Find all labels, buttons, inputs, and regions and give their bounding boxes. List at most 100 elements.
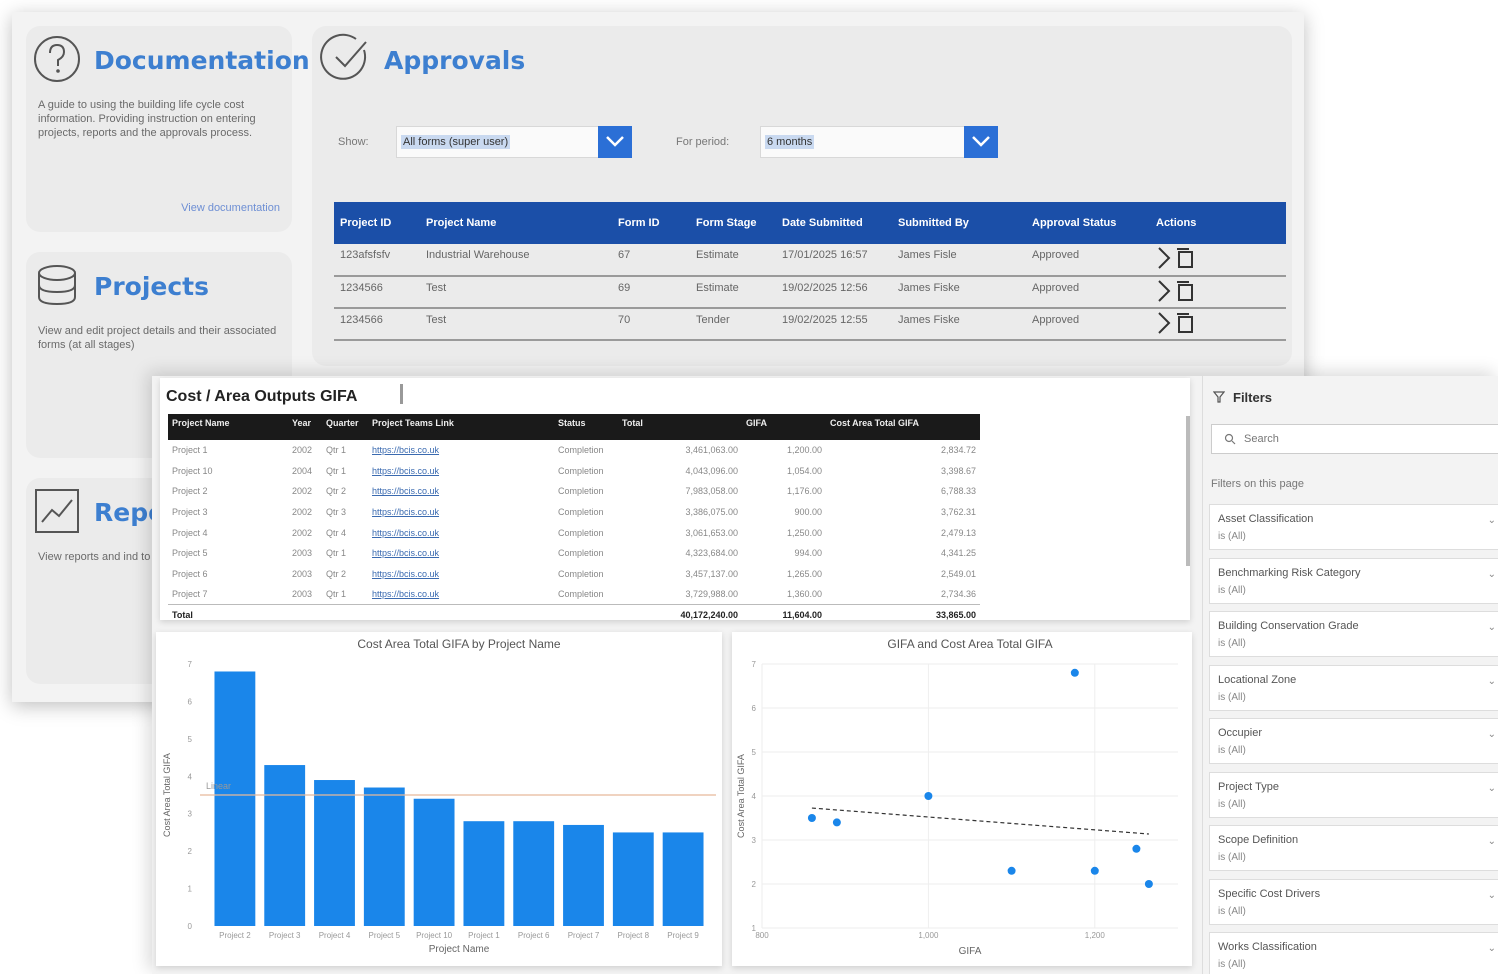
filter-card[interactable]: Works Classification is (All) ⌄: [1209, 932, 1498, 974]
chevron-down-icon[interactable]: ⌄: [1488, 622, 1496, 633]
table-row[interactable]: Project 5 2003 Qtr 1 https://bcis.co.uk Comp…: [168, 543, 980, 564]
cell[interactable]: https://bcis.co.uk: [368, 502, 554, 523]
column-header[interactable]: Project Name: [168, 414, 288, 440]
column-header[interactable]: Year: [288, 414, 322, 440]
table-row[interactable]: Project 1 2002 Qtr 1 https://bcis.co.uk Comp…: [168, 440, 980, 461]
table-scrollbar[interactable]: [1186, 416, 1190, 566]
y-tick-label: 6: [188, 697, 193, 706]
cell: 1234566: [334, 308, 420, 341]
column-header[interactable]: Project ID: [334, 202, 420, 244]
view-documentation-link[interactable]: View documentation: [181, 202, 280, 214]
cell[interactable]: https://bcis.co.uk: [368, 584, 554, 605]
copy-icon[interactable]: [1175, 280, 1195, 302]
cell: Project 7: [172, 589, 208, 600]
period-dropdown-button[interactable]: [964, 126, 998, 158]
chevron-down-icon[interactable]: ⌄: [1488, 836, 1496, 847]
table-row[interactable]: Project 6 2003 Qtr 2 https://bcis.co.uk Comp…: [168, 564, 980, 585]
chevron-down-icon[interactable]: ⌄: [1488, 515, 1496, 526]
show-dropdown-value: All forms (super user): [401, 135, 511, 149]
filter-card[interactable]: Asset Classification is (All) ⌄: [1209, 504, 1498, 550]
copy-icon[interactable]: [1175, 247, 1195, 269]
cell: 1,200.00: [786, 445, 822, 456]
table-row[interactable]: 1234566 Test 70 Tender 19/02/2025 12:55 …: [334, 308, 1286, 341]
y-tick-label: 4: [752, 792, 757, 801]
cell[interactable]: https://bcis.co.uk: [368, 481, 554, 502]
filter-value: is (All): [1218, 638, 1246, 649]
table-row[interactable]: Project 2 2002 Qtr 2 https://bcis.co.uk Comp…: [168, 481, 980, 502]
column-header[interactable]: Approval Status: [1026, 202, 1150, 244]
cell[interactable]: https://bcis.co.uk: [368, 440, 554, 461]
cell: 1,265.00: [786, 568, 822, 579]
cell: Qtr 2: [326, 568, 347, 579]
table-row[interactable]: Project 4 2002 Qtr 4 https://bcis.co.uk Comp…: [168, 522, 980, 543]
column-header[interactable]: Submitted By: [892, 202, 1026, 244]
chevron-right-icon[interactable]: [1156, 279, 1172, 303]
data-point: [1090, 866, 1099, 875]
table-row[interactable]: Project 3 2002 Qtr 3 https://bcis.co.uk Comp…: [168, 502, 980, 523]
chevron-down-icon[interactable]: ⌄: [1488, 890, 1496, 901]
filter-card[interactable]: Specific Cost Drivers is (All) ⌄: [1209, 878, 1498, 925]
y-tick-label: 5: [188, 735, 193, 744]
chevron-down-icon[interactable]: ⌄: [1488, 676, 1496, 687]
filters-title: Filters: [1233, 390, 1273, 405]
column-header[interactable]: Form ID: [612, 202, 690, 244]
check-circle-icon: [320, 33, 367, 80]
cell: 900.00: [794, 507, 822, 518]
filter-card[interactable]: Scope Definition is (All) ⌄: [1209, 825, 1498, 871]
period-dropdown[interactable]: 6 months: [760, 126, 998, 158]
cell: 1,360.00: [786, 589, 822, 600]
column-header[interactable]: Cost Area Total GIFA: [826, 414, 980, 440]
cell: Test: [420, 308, 612, 341]
chevron-down-icon[interactable]: ⌄: [1488, 783, 1496, 794]
y-tick-label: 0: [188, 922, 193, 931]
filter-search-input[interactable]: Search: [1211, 424, 1498, 454]
filter-card[interactable]: Benchmarking Risk Category is (All) ⌄: [1209, 557, 1498, 604]
data-point: [1070, 668, 1079, 677]
show-dropdown[interactable]: All forms (super user): [396, 126, 632, 158]
column-header[interactable]: Status: [554, 414, 618, 440]
x-axis-label: GIFA: [959, 946, 982, 957]
column-header[interactable]: Project Teams Link: [368, 414, 554, 440]
table-row[interactable]: 1234566 Test 69 Estimate 19/02/2025 12:5…: [334, 276, 1286, 309]
y-tick-label: 7: [188, 660, 193, 669]
filter-card[interactable]: Occupier is (All) ⌄: [1209, 718, 1498, 764]
show-dropdown-button[interactable]: [598, 126, 632, 158]
x-tick-label: Project 4: [319, 931, 351, 940]
cell[interactable]: https://bcis.co.uk: [368, 522, 554, 543]
cell: 3,461,063.00: [685, 445, 738, 456]
cell[interactable]: https://bcis.co.uk: [368, 564, 554, 585]
chevron-down-icon: [606, 136, 624, 147]
chevron-down-icon[interactable]: ⌄: [1488, 729, 1496, 740]
table-header-row: Project Name Year Quarter Project Teams …: [168, 414, 980, 440]
column-header[interactable]: Total: [618, 414, 742, 440]
column-header[interactable]: Project Name: [420, 202, 612, 244]
column-header[interactable]: Form Stage: [690, 202, 776, 244]
cell[interactable]: https://bcis.co.uk: [368, 543, 554, 564]
chevron-right-icon[interactable]: [1156, 246, 1172, 270]
total-cell: 11,604.00: [742, 604, 826, 626]
table-row[interactable]: Project 10 2004 Qtr 1 https://bcis.co.uk Com…: [168, 461, 980, 482]
column-header[interactable]: GIFA: [742, 414, 826, 440]
cell: 2003: [292, 548, 313, 559]
filter-card[interactable]: Project Type is (All) ⌄: [1209, 771, 1498, 818]
filter-icon: [1212, 391, 1226, 403]
table-row[interactable]: Project 7 2003 Qtr 1 https://bcis.co.uk Comp…: [168, 584, 980, 605]
documentation-card[interactable]: Documentation A guide to using the build…: [26, 26, 310, 232]
chevron-down-icon[interactable]: ⌄: [1488, 569, 1496, 580]
filter-value: is (All): [1218, 905, 1246, 917]
data-point: [1144, 880, 1153, 888]
y-tick-label: 6: [752, 704, 757, 713]
filter-card[interactable]: Locational Zone is (All) ⌄: [1209, 664, 1498, 711]
cell: Tender: [690, 308, 776, 341]
cell: Completion: [558, 465, 604, 476]
column-header[interactable]: Date Submitted: [776, 202, 892, 244]
copy-icon[interactable]: [1175, 312, 1195, 334]
chevron-right-icon[interactable]: [1156, 311, 1172, 335]
column-header[interactable]: Quarter: [322, 414, 368, 440]
table-row[interactable]: 123afsfsfv Industrial Warehouse 67 Estim…: [334, 244, 1286, 277]
chevron-down-icon[interactable]: ⌄: [1488, 943, 1496, 954]
filter-card[interactable]: Building Conservation Grade is (All) ⌄: [1209, 611, 1498, 657]
cell[interactable]: https://bcis.co.uk: [368, 461, 554, 482]
cell: Approved: [1026, 308, 1150, 341]
y-axis-label: Cost Area Total GIFA: [162, 753, 172, 837]
